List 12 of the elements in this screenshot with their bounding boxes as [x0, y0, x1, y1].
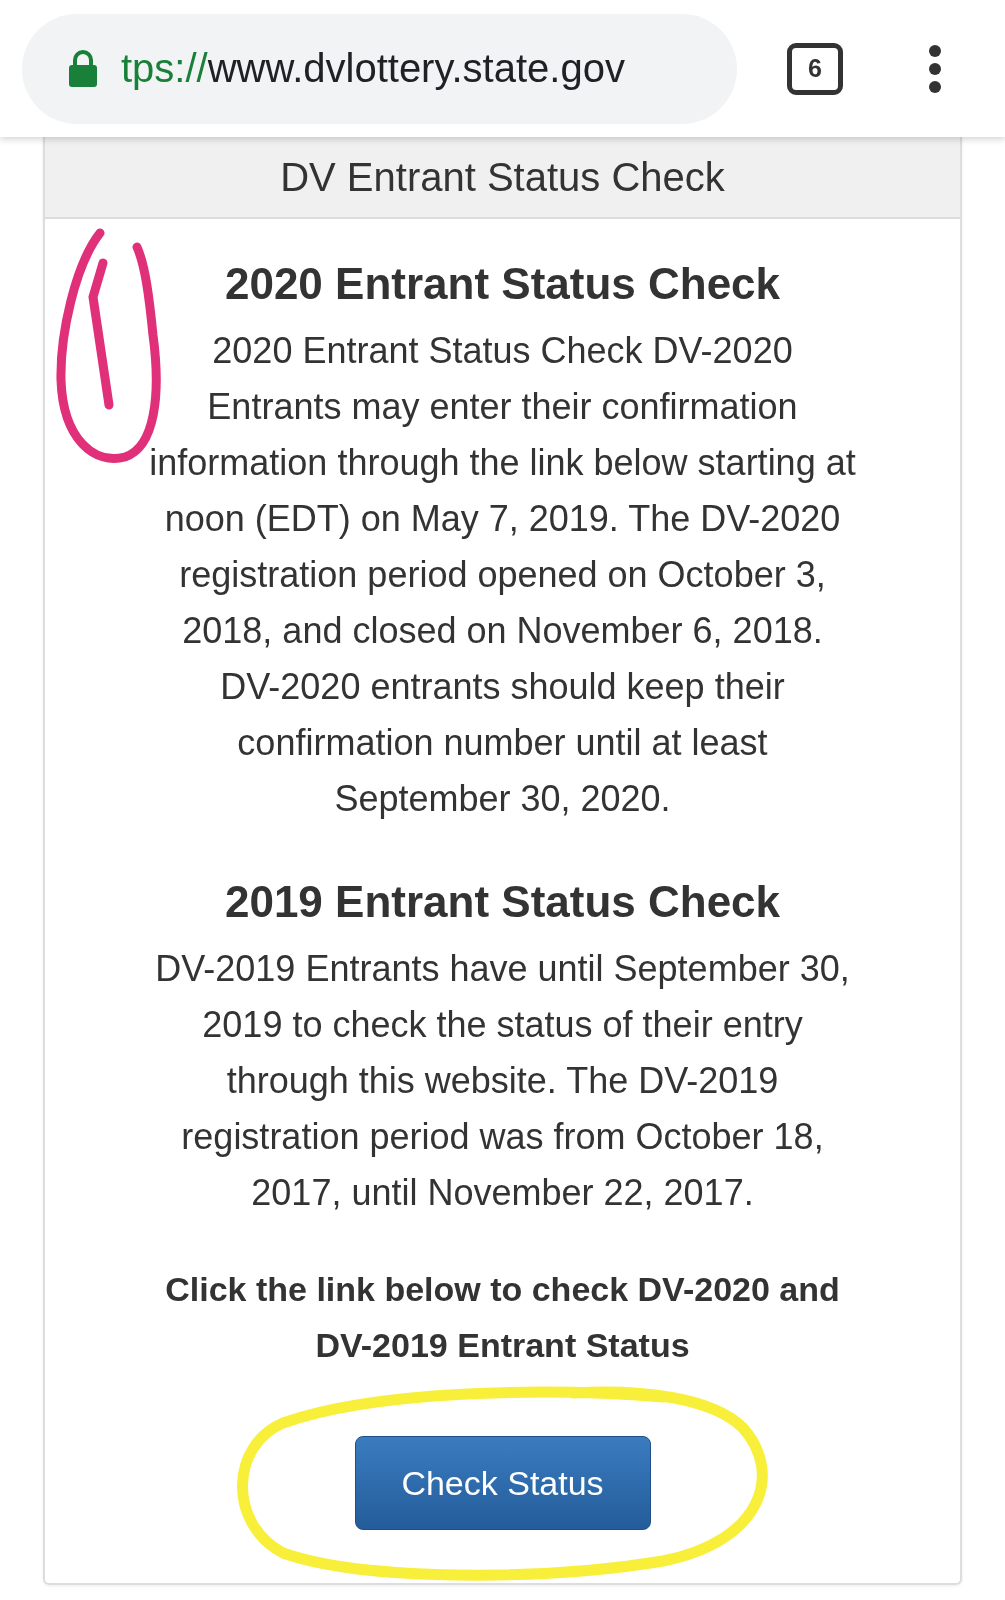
section-heading: 2019 Entrant Status Check — [224, 877, 781, 927]
instruction-text: Click the link below to check DV-2020 and DV-2019 Entrant Status — [164, 1269, 841, 1366]
address-bar[interactable]: tps://www.dvlottery.state.gov — [22, 13, 737, 124]
section-heading: 2020 Entrant Status Check — [224, 259, 781, 309]
menu-icon[interactable] — [928, 44, 942, 93]
section-paragraph: 2020 Entrant Status Check DV-2020 Entrants may enter their confirmation information through the link below starting at noon (EDT) on May 7, 2019. The DV-2020 registration period opened on October 3, 2018, and closed on November 6, 2018. DV-2020 entrants should keep their confirmation number until at least September 30, 2020. — [148, 329, 857, 821]
url-text: tps://www.dvlottery.state.gov — [121, 46, 625, 91]
check-status-button[interactable]: Check Status — [354, 1436, 651, 1530]
lock-icon — [67, 48, 99, 89]
card-title: DV Entrant Status Check — [280, 154, 725, 200]
section-paragraph: DV-2019 Entrants have until September 30, 2019 to check the status of their entry through this website. The DV-2019 registration period was from October 18, 2017, until November 22, 2017. — [154, 947, 851, 1215]
tab-count-button[interactable]: 6 — [787, 42, 843, 95]
